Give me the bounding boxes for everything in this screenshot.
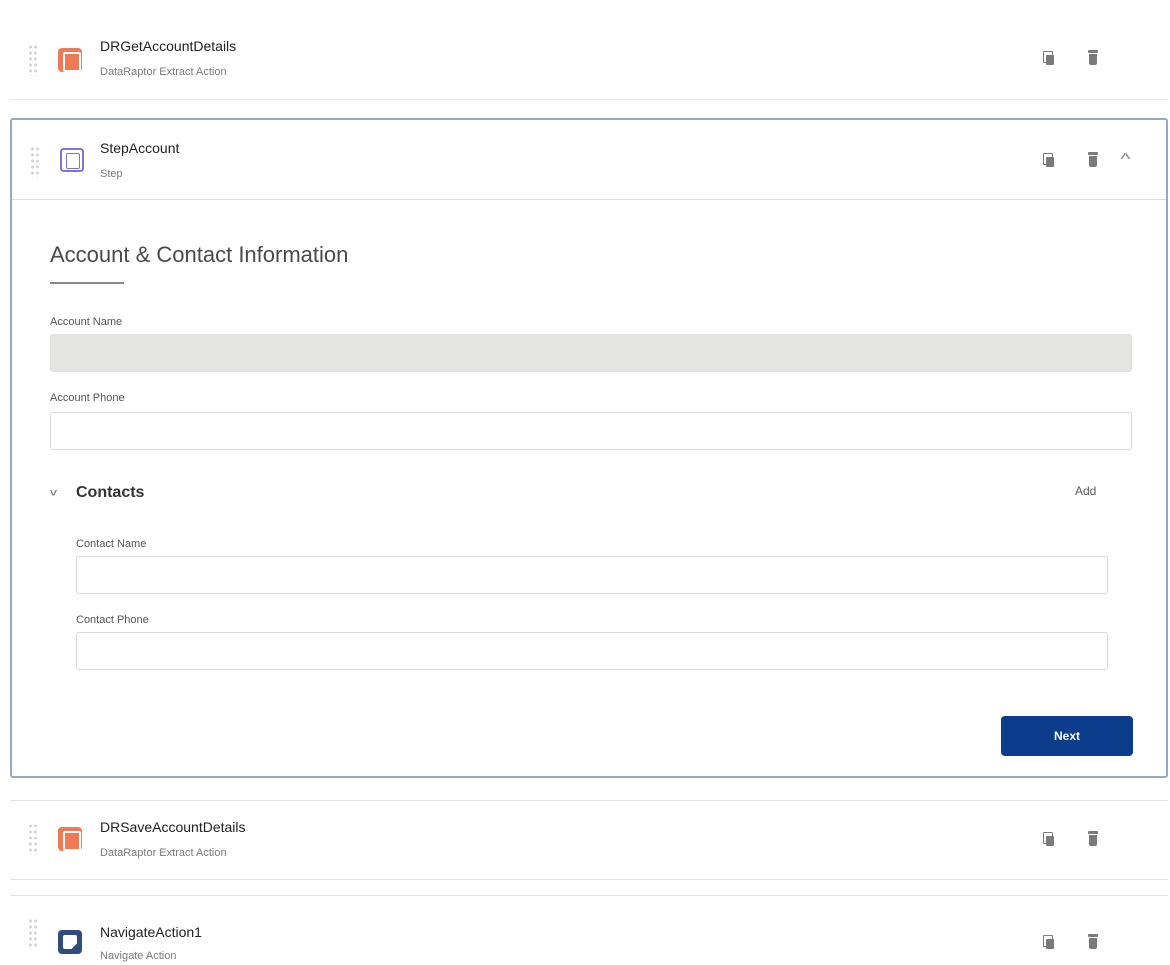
copy-icon[interactable] <box>1040 831 1056 847</box>
element-name: DRGetAccountDetails <box>100 38 237 54</box>
add-contact-link[interactable]: Add <box>1075 484 1096 498</box>
dataraptor-icon <box>58 827 82 851</box>
trash-icon[interactable] <box>1085 152 1101 168</box>
chevron-down-icon: v <box>50 486 57 498</box>
navigate-icon <box>58 930 82 954</box>
step-header[interactable]: StepAccount Step ^ <box>12 120 1166 200</box>
element-type: DataRaptor Extract Action <box>100 847 227 859</box>
contacts-label: Contacts <box>76 484 145 501</box>
copy-icon[interactable] <box>1040 50 1056 66</box>
element-row-navigate-action[interactable]: NavigateAction1 Navigate Action <box>10 895 1168 965</box>
account-phone-field[interactable] <box>50 412 1132 450</box>
drag-handle-icon[interactable] <box>28 44 38 76</box>
element-type: Step <box>100 168 123 180</box>
dataraptor-icon <box>58 48 82 72</box>
trash-icon[interactable] <box>1085 934 1101 950</box>
trash-icon[interactable] <box>1085 831 1101 847</box>
next-button[interactable]: Next <box>1001 716 1133 756</box>
element-name: NavigateAction1 <box>100 924 202 940</box>
block-title: Account & Contact Information <box>50 242 349 267</box>
contact-phone-label: Contact Phone <box>76 614 149 626</box>
element-type: Navigate Action <box>100 950 177 962</box>
element-row-dr-save-account-details[interactable]: DRSaveAccountDetails DataRaptor Extract … <box>10 800 1168 880</box>
contact-name-label: Contact Name <box>76 538 147 550</box>
drag-handle-icon[interactable] <box>28 823 38 855</box>
step-card-step-account: StepAccount Step ^ Account & Contact Inf… <box>10 118 1168 778</box>
copy-icon[interactable] <box>1040 152 1056 168</box>
account-phone-label: Account Phone <box>50 392 125 404</box>
drag-handle-icon[interactable] <box>30 146 40 178</box>
contact-phone-field[interactable] <box>76 632 1108 670</box>
drag-handle-icon[interactable] <box>28 918 38 950</box>
step-icon <box>60 148 84 172</box>
element-name: StepAccount <box>100 140 180 156</box>
account-name-field[interactable] <box>50 334 1132 372</box>
account-name-label: Account Name <box>50 316 123 328</box>
chevron-up-icon[interactable]: ^ <box>1121 152 1142 168</box>
trash-icon[interactable] <box>1085 50 1101 66</box>
element-name: DRSaveAccountDetails <box>100 819 246 835</box>
element-row-dr-get-account-details[interactable]: DRGetAccountDetails DataRaptor Extract A… <box>10 22 1168 100</box>
copy-icon[interactable] <box>1040 934 1056 950</box>
title-divider <box>50 282 124 284</box>
element-type: DataRaptor Extract Action <box>100 66 227 78</box>
contact-name-field[interactable] <box>76 556 1108 594</box>
